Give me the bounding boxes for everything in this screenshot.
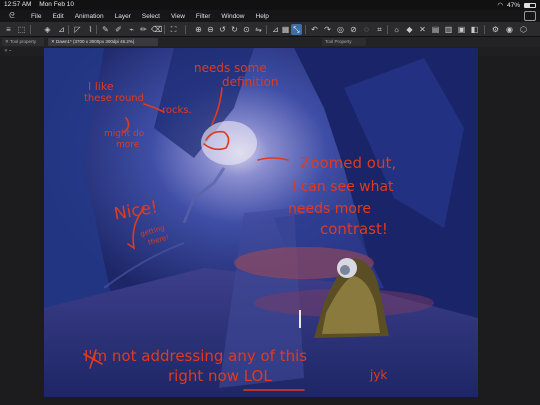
layers-icon[interactable]: ◈ <box>42 24 53 35</box>
toolbar-divider <box>266 25 267 34</box>
toolbar-divider <box>185 25 186 34</box>
menu-filter[interactable]: Filter <box>196 13 210 20</box>
clear-icon[interactable]: ✕ <box>417 24 428 35</box>
select-all-icon[interactable]: ⊘ <box>348 24 359 35</box>
menu-bar: ᘓ File Edit Animation Layer Select View … <box>0 10 540 22</box>
tab-tool-property[interactable]: ✕ Tool property <box>2 38 44 46</box>
battery-percent: 47% <box>506 1 520 9</box>
status-time: 12:57 AM <box>4 1 32 8</box>
menu-layer[interactable]: Layer <box>115 13 131 20</box>
transform-icon[interactable]: ◸ <box>72 24 83 35</box>
rotate-left-icon[interactable]: ↺ <box>217 24 228 35</box>
note-bottom-line1: I'm not addressing any of this <box>84 347 308 365</box>
note-might-line2: more <box>116 140 140 150</box>
battery-icon <box>524 2 536 8</box>
panel-close-icon[interactable]: ✕ ⎯ <box>4 48 11 54</box>
selection-tool-icon[interactable]: ⬚ <box>16 24 27 35</box>
share-icon[interactable]: ⬡ <box>518 24 529 35</box>
wifi-icon: ◠ <box>497 2 503 9</box>
bucket-icon[interactable]: ◆ <box>404 24 415 35</box>
app-logo-icon[interactable]: ᘓ <box>4 11 20 21</box>
menu-animation[interactable]: Animation <box>75 13 104 20</box>
toolbar-divider <box>305 25 306 34</box>
tab-document[interactable]: ✕ Dawn1* (3700 x 3000px 300dpi 46.2%) <box>48 38 158 46</box>
note-needs-line2: definition <box>222 75 279 89</box>
command-bar: ≡ ⬚ ◈ ⊿ ◸ ⌇ ✎ ✐ ⌁ ✏ ⌫ ⛶ ⊕ ⊖ ↺ ↻ ⊙ ⇋ ⊿ ▦ … <box>0 22 540 37</box>
zoom-in-icon[interactable]: ⊕ <box>193 24 204 35</box>
blend-tool-icon[interactable]: ⌁ <box>126 24 137 35</box>
brush-tool-icon[interactable]: ✐ <box>113 24 124 35</box>
tab-document-label: Dawn1* (3700 x 3000px 300dpi 46.2%) <box>56 39 135 44</box>
menu-help[interactable]: Help <box>256 13 269 20</box>
toolbar-divider <box>164 25 165 34</box>
rotate-right-icon[interactable]: ↻ <box>229 24 240 35</box>
note-zoomed-line3: needs more <box>288 201 371 217</box>
eraser-icon[interactable]: ⌫ <box>151 24 162 35</box>
toolbar-divider <box>68 25 69 34</box>
fit-view-icon[interactable]: ⊙ <box>241 24 252 35</box>
redo-icon[interactable]: ↷ <box>322 24 333 35</box>
tab-row: ✕ Tool property ✕ Dawn1* (3700 x 3000px … <box>0 37 540 47</box>
settings-icon[interactable]: ⚙ <box>490 24 501 35</box>
note-might-line1: might do <box>104 129 145 139</box>
menu-file[interactable]: File <box>31 13 41 20</box>
menu-select[interactable]: Select <box>142 13 160 20</box>
menu-view[interactable]: View <box>171 13 185 20</box>
grid-icon[interactable]: ▦ <box>280 24 291 35</box>
status-bar: 12:57 AM Mon Feb 10 ◠ 47% <box>0 0 540 10</box>
pencil-icon[interactable]: ✏ <box>138 24 149 35</box>
note-rocks-line3: rocks. <box>162 105 192 116</box>
convert-icon[interactable]: ▤ <box>430 24 441 35</box>
stroke-tool-icon[interactable]: ⤡ <box>291 24 302 35</box>
layer-mask-icon[interactable]: ▣ <box>456 24 467 35</box>
tab-tool-property-right[interactable]: Tool Property <box>322 38 366 46</box>
artwork-canvas[interactable]: I like these round rocks. might do more … <box>44 48 478 397</box>
menu-edit[interactable]: Edit <box>52 13 63 20</box>
crop-icon[interactable]: ⌗ <box>374 24 385 35</box>
note-needs-line1: needs some <box>194 61 267 75</box>
lasso-icon[interactable]: ⌇ <box>85 24 96 35</box>
toolbar-divider <box>30 25 31 34</box>
toolbar-divider <box>387 25 388 34</box>
flip-horizontal-icon[interactable]: ⇋ <box>253 24 264 35</box>
ruler-toggle-icon[interactable]: ◧ <box>469 24 480 35</box>
deselect-icon[interactable]: ◌ <box>361 24 372 35</box>
adjust-icon[interactable]: ▥ <box>443 24 454 35</box>
tab-tool-property-label: Tool property <box>9 39 36 44</box>
artist-signature: jyk <box>370 368 388 382</box>
lightbulb-icon[interactable]: ☼ <box>391 24 402 35</box>
note-zoomed-line4: contrast! <box>320 220 388 238</box>
undo-icon[interactable]: ↶ <box>309 24 320 35</box>
toolbar-divider <box>96 25 97 34</box>
window-toggle-icon[interactable] <box>524 11 536 21</box>
tab-right-label: Tool Property <box>325 39 352 44</box>
hamburger-menu-icon[interactable]: ≡ <box>3 24 14 35</box>
note-zoomed-line2: I can see what <box>292 179 394 195</box>
palette-icon[interactable]: ◉ <box>504 24 515 35</box>
menu-window[interactable]: Window <box>221 13 244 20</box>
note-rocks-line1: I like <box>88 80 114 93</box>
status-date: Mon Feb 10 <box>39 1 74 8</box>
note-rocks-line2: these round <box>84 93 144 104</box>
note-zoomed-line1: Zoomed out, <box>300 154 397 172</box>
fill-icon[interactable]: ⛶ <box>168 24 179 35</box>
lasso-fill-icon[interactable]: ◎ <box>335 24 346 35</box>
ruler-icon[interactable]: ⊿ <box>56 24 67 35</box>
note-bottom-line2: right now LOL <box>168 367 272 385</box>
zoom-out-icon[interactable]: ⊖ <box>205 24 216 35</box>
pen-tool-icon[interactable]: ✎ <box>100 24 111 35</box>
toolbar-divider <box>484 25 485 34</box>
